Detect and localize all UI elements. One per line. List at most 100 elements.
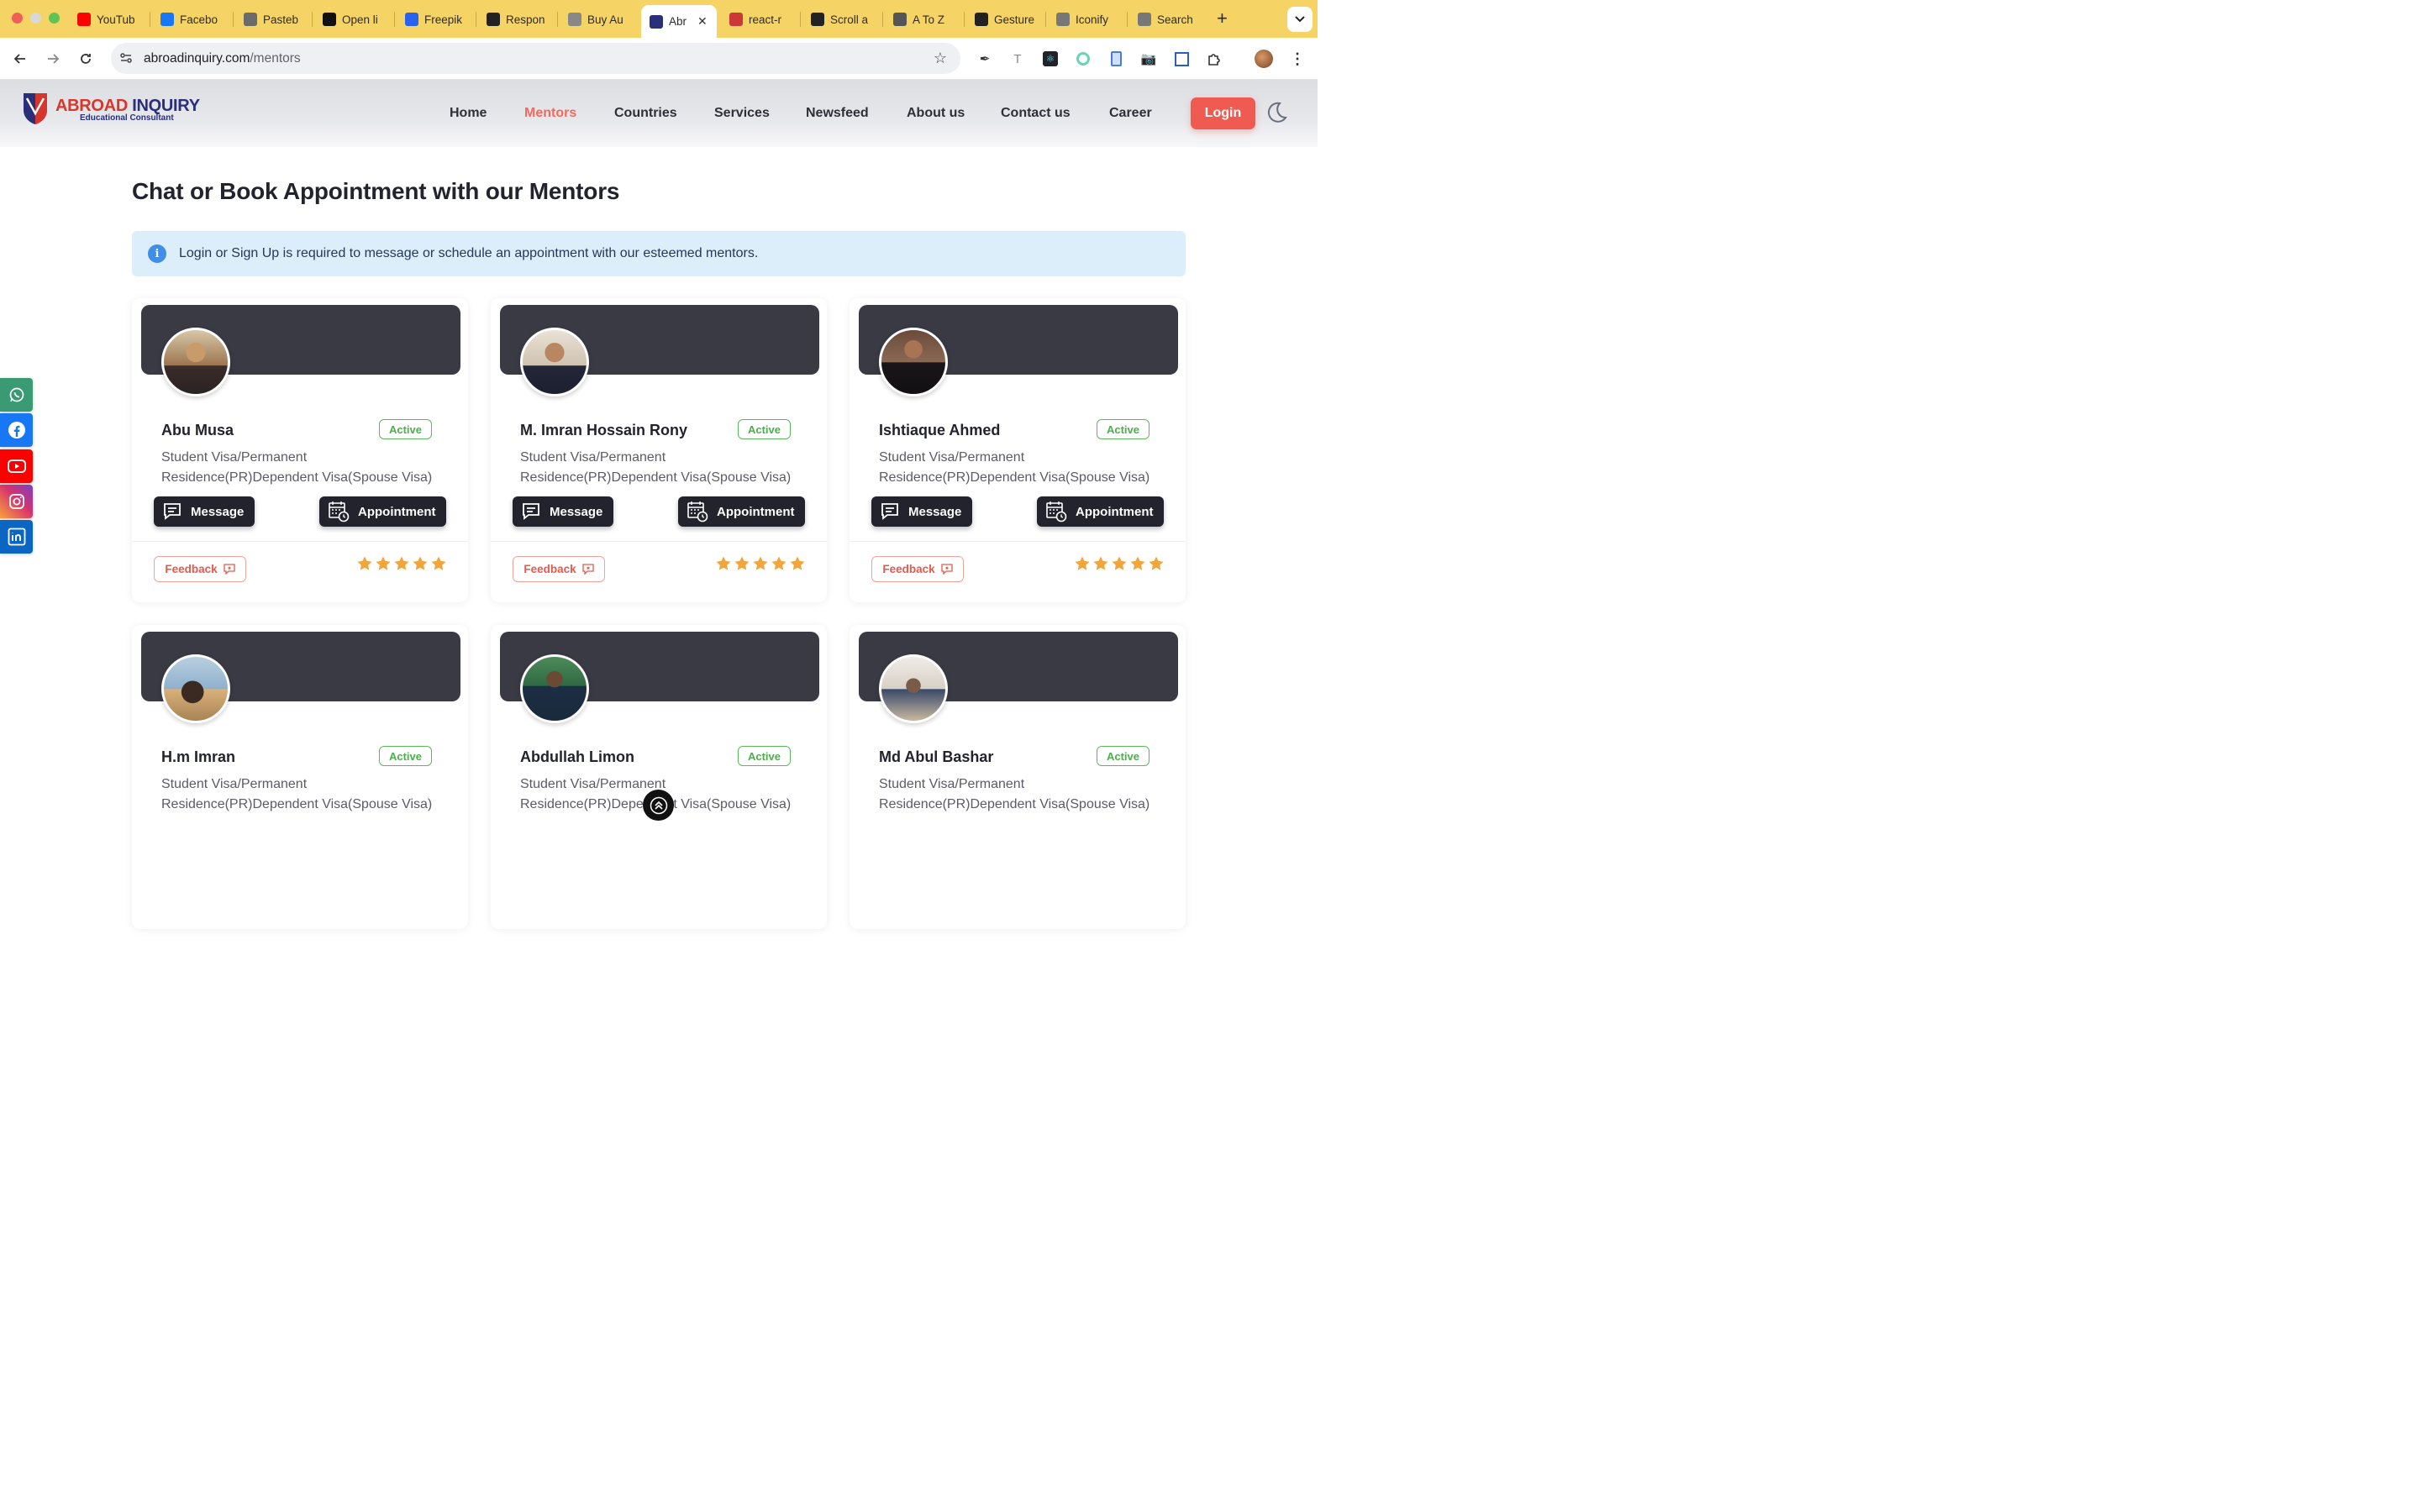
- message-button[interactable]: Message: [513, 496, 613, 527]
- scroll-to-top-button[interactable]: [643, 790, 674, 821]
- status-badge: Active: [1097, 746, 1150, 766]
- feedback-button[interactable]: Feedback: [154, 556, 246, 582]
- mentor-avatar[interactable]: [879, 328, 948, 396]
- browser-tab-4[interactable]: Open li: [314, 7, 390, 32]
- openai-icon: [323, 13, 336, 26]
- mentor-avatar[interactable]: [520, 654, 589, 723]
- browser-tab-7[interactable]: Buy Au: [560, 7, 634, 32]
- responsive-extension-icon[interactable]: [1107, 50, 1125, 68]
- nav-contact-us[interactable]: Contact us: [1001, 106, 1071, 121]
- card-divider: [132, 541, 468, 542]
- tab-separator: [882, 12, 883, 27]
- instagram-icon: [8, 493, 25, 510]
- window-zoom-button[interactable]: [49, 13, 60, 24]
- eyedropper-extension-icon[interactable]: ✒: [976, 50, 994, 68]
- mentor-name[interactable]: M. Imran Hossain Rony: [520, 422, 687, 439]
- mentor-card: M. Imran Hossain Rony Active Student Vis…: [491, 298, 827, 602]
- color-extension-icon[interactable]: [1074, 50, 1092, 68]
- calendar-clock-icon: [329, 501, 350, 522]
- feedback-button[interactable]: Feedback: [871, 556, 964, 582]
- screenshot-extension-icon[interactable]: [1172, 50, 1191, 68]
- browser-tab-13[interactable]: Iconify: [1048, 7, 1122, 32]
- browser-tab-5[interactable]: Freepik: [397, 7, 471, 32]
- message-button[interactable]: Message: [871, 496, 972, 527]
- mentor-avatar[interactable]: [161, 328, 230, 396]
- tab-separator: [557, 12, 558, 27]
- mentor-services: Student Visa/Permanent Residence(PR)Depe…: [879, 448, 1173, 488]
- address-bar[interactable]: abroadinquiry.com/mentors ☆: [111, 43, 960, 74]
- mentor-name[interactable]: Md Abul Bashar: [879, 748, 993, 766]
- abroad-inquiry-logo-icon[interactable]: [22, 92, 49, 125]
- whatsapp-social-link[interactable]: [0, 378, 33, 412]
- appointment-button[interactable]: Appointment: [1037, 496, 1164, 527]
- nav-about-us[interactable]: About us: [907, 106, 965, 121]
- star-icon: [376, 556, 391, 570]
- nav-home[interactable]: Home: [450, 106, 487, 121]
- services-line: Student Visa/Permanent: [879, 777, 1025, 791]
- mentor-avatar[interactable]: [161, 654, 230, 723]
- browser-tab-12[interactable]: Gesture: [966, 7, 1040, 32]
- browser-tab-1[interactable]: YouTub: [69, 7, 143, 32]
- tab-label: Facebo: [180, 13, 218, 26]
- extensions-puzzle-icon[interactable]: [1205, 50, 1223, 68]
- tab-search-button[interactable]: [1287, 7, 1313, 32]
- iconify-icon: [1056, 13, 1070, 26]
- login-button[interactable]: Login: [1191, 97, 1255, 129]
- chat-bubble-icon: [164, 503, 181, 520]
- dark-mode-toggle-icon[interactable]: [1265, 101, 1288, 124]
- mentor-avatar[interactable]: [879, 654, 948, 723]
- appointment-label: Appointment: [358, 504, 436, 519]
- feedback-button[interactable]: Feedback: [513, 556, 605, 582]
- status-badge: Active: [738, 746, 791, 766]
- mentor-name[interactable]: Ishtiaque Ahmed: [879, 422, 1000, 439]
- camera-extension-icon[interactable]: 📷: [1139, 50, 1158, 68]
- appointment-button[interactable]: Appointment: [319, 496, 446, 527]
- back-button[interactable]: [9, 48, 31, 70]
- browser-tab-10[interactable]: Scroll a: [802, 7, 876, 32]
- youtube-social-link[interactable]: [0, 449, 33, 483]
- pastebin-icon: [244, 13, 257, 26]
- nav-services[interactable]: Services: [714, 106, 770, 121]
- reload-button[interactable]: [75, 48, 97, 70]
- star-icon: [1093, 556, 1108, 570]
- appointment-button[interactable]: Appointment: [678, 496, 805, 527]
- site-settings-icon[interactable]: [119, 51, 133, 67]
- nav-mentors[interactable]: Mentors: [524, 106, 576, 121]
- browser-tab-3[interactable]: Pasteb: [235, 7, 308, 32]
- mentor-avatar[interactable]: [520, 328, 589, 396]
- tab-separator: [1127, 12, 1128, 27]
- browser-tab-8[interactable]: Abr ✕: [641, 5, 717, 38]
- window-close-button[interactable]: [12, 13, 23, 24]
- mentor-name[interactable]: H.m Imran: [161, 748, 235, 766]
- browser-tab-11[interactable]: A To Z: [885, 7, 959, 32]
- browser-menu-icon[interactable]: ⋮: [1288, 50, 1307, 68]
- browser-tab-9[interactable]: react-r: [721, 7, 795, 32]
- forward-button[interactable]: [42, 48, 64, 70]
- star-icon: [1130, 556, 1145, 570]
- message-button[interactable]: Message: [154, 496, 255, 527]
- profile-avatar[interactable]: [1255, 50, 1273, 68]
- nav-newsfeed[interactable]: Newsfeed: [806, 106, 869, 121]
- font-extension-icon[interactable]: T: [1008, 50, 1027, 68]
- pmndrs-icon: [975, 13, 988, 26]
- react-devtools-icon[interactable]: ⚛: [1041, 50, 1060, 68]
- mentor-name[interactable]: Abu Musa: [161, 422, 234, 439]
- new-tab-button[interactable]: +: [1217, 8, 1228, 29]
- nav-career[interactable]: Career: [1109, 106, 1152, 121]
- browser-tab-6[interactable]: Respon: [478, 7, 552, 32]
- mentor-name[interactable]: Abdullah Limon: [520, 748, 634, 766]
- instagram-social-link[interactable]: [0, 485, 33, 518]
- nav-countries[interactable]: Countries: [614, 106, 677, 121]
- facebook-social-link[interactable]: [0, 413, 33, 447]
- services-line: Student Visa/Permanent: [879, 450, 1025, 465]
- status-badge: Active: [738, 419, 791, 439]
- browser-tab-2[interactable]: Facebo: [152, 7, 228, 32]
- calendar-clock-icon: [687, 501, 708, 522]
- star-icon: [1075, 556, 1090, 570]
- bookmark-star-icon[interactable]: ☆: [934, 50, 947, 67]
- browser-tab-14[interactable]: Search: [1129, 7, 1205, 32]
- window-minimize-button[interactable]: [30, 13, 41, 24]
- linkedin-social-link[interactable]: [0, 520, 33, 554]
- tab-label: react-r: [749, 13, 782, 26]
- close-tab-icon[interactable]: ✕: [697, 14, 708, 29]
